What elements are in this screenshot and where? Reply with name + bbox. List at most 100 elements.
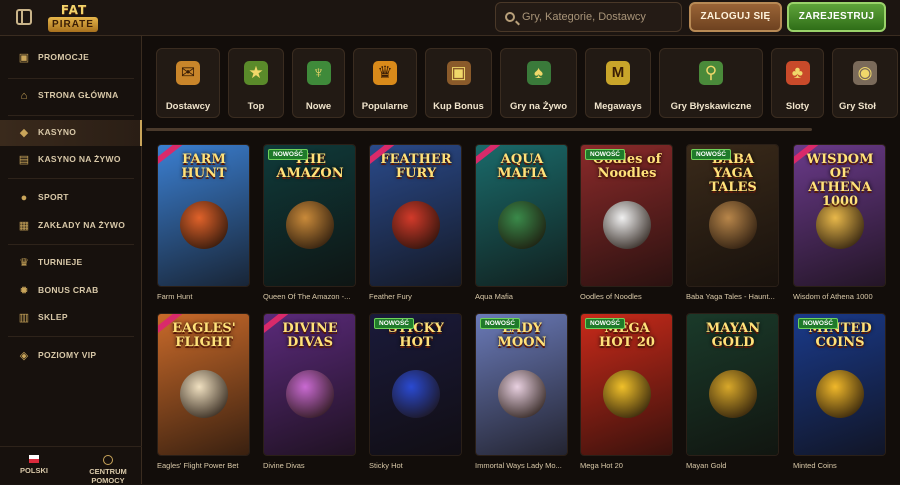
game-name[interactable]: Eagles' Flight Power Bet	[157, 461, 257, 470]
game-tile[interactable]: MEGA HOT 20 NOWOŚĆ	[580, 313, 673, 456]
chest-icon: ▣	[446, 61, 471, 85]
game-name[interactable]: Baba Yaga Tales - Haunt...	[686, 292, 786, 301]
game-grid: FARM HUNT Farm Hunt THE AMAZON NOWOŚĆ Queen …	[142, 132, 900, 484]
sidebar-item-label: KASYNO	[38, 127, 77, 137]
sidebar-item-label: KASYNO NA ŻYWO	[38, 154, 121, 164]
game-tile[interactable]: MINTED COINS NOWOŚĆ	[793, 313, 886, 456]
category-dostawcy[interactable]: ✉ Dostawcy	[156, 48, 220, 118]
game-tile[interactable]: WISDOM OF ATHENA 1000	[793, 144, 886, 287]
logo-text-bottom: PIRATE	[48, 17, 98, 32]
sidebar-item-label: ZAKŁADY NA ŻYWO	[38, 220, 126, 230]
game-name[interactable]: Farm Hunt	[157, 292, 257, 301]
game-art-emblem	[603, 370, 651, 418]
sidebar-item-label: BONUS CRAB	[38, 285, 99, 295]
vip-icon: ◈	[19, 350, 29, 362]
game-name[interactable]: Aqua Mafia	[475, 292, 575, 301]
category-popularne[interactable]: ♛ Popularne	[353, 48, 417, 118]
game-tile[interactable]: AQUA MAFIA	[475, 144, 568, 287]
game-tile[interactable]: MAYAN GOLD	[686, 313, 779, 456]
search-input[interactable]	[522, 3, 677, 31]
category-megaways[interactable]: M Megaways	[585, 48, 651, 118]
category-gry-blyskawiczne[interactable]: ⚲ Gry Błyskawiczne	[659, 48, 763, 118]
sidebar-item-label: STRONA GŁÓWNA	[38, 90, 119, 100]
game-name[interactable]: Mega Hot 20	[580, 461, 680, 470]
sport-icon: ●	[20, 192, 28, 204]
language-label: POLSKI	[20, 466, 48, 475]
game-tile[interactable]: BABA YAGA TALES NOWOŚĆ	[686, 144, 779, 287]
sidebar: ▣ PROMOCJE ⌂ STRONA GŁÓWNA ◆ KASYNO ▤ KA…	[0, 36, 142, 485]
game-name[interactable]: Immortal Ways Lady Mo...	[475, 461, 575, 470]
sidebar-item-tournaments[interactable]: ♛ TURNIEJE	[0, 250, 142, 276]
category-nowe[interactable]: ♆ Nowe	[292, 48, 345, 118]
sidebar-item-promocje[interactable]: ▣ PROMOCJE	[0, 45, 142, 71]
category-label: Popularne	[361, 101, 409, 112]
category-label: Dostawcy	[165, 101, 211, 112]
divider	[8, 244, 134, 245]
joystick-icon: ⚲	[699, 61, 723, 85]
category-gry-stolowe[interactable]: ◉ Gry Stoł	[832, 48, 898, 118]
game-name[interactable]: Feather Fury	[369, 292, 469, 301]
new-badge: NOWOŚĆ	[374, 318, 414, 329]
game-name[interactable]: Sticky Hot	[369, 461, 469, 470]
logo-text-top: FAT	[60, 3, 88, 17]
game-tile[interactable]: FARM HUNT	[157, 144, 250, 287]
category-top[interactable]: ★ Top	[228, 48, 284, 118]
sidebar-item-home[interactable]: ⌂ STRONA GŁÓWNA	[0, 83, 142, 109]
trophy-icon: ♛	[19, 257, 29, 269]
game-name[interactable]: Divine Divas	[263, 461, 363, 470]
shop-icon: ▥	[18, 312, 30, 324]
new-badge: NOWOŚĆ	[585, 149, 625, 160]
game-art-emblem	[603, 201, 651, 249]
game-tile[interactable]: EAGLES' FLIGHT	[157, 313, 250, 456]
search-box[interactable]	[495, 2, 682, 32]
sidebar-item-label: SPORT	[38, 192, 69, 202]
language-selector[interactable]: POLSKI	[14, 455, 54, 475]
game-art-emblem	[498, 370, 546, 418]
game-logo-text: DIVINE DIVAS	[282, 321, 338, 350]
game-name[interactable]: Wisdom of Athena 1000	[793, 292, 893, 301]
login-button[interactable]: ZALOGUJ SIĘ	[689, 2, 782, 32]
game-tile[interactable]: FEATHER FURY	[369, 144, 462, 287]
help-center-link[interactable]: CENTRUM POMOCY	[80, 455, 136, 485]
poland-flag-icon	[29, 455, 39, 463]
game-name[interactable]: Oodles of Noodles	[580, 292, 680, 301]
chalice-icon: ♆	[306, 61, 331, 85]
game-art-emblem	[286, 201, 334, 249]
game-tile[interactable]: THE AMAZON NOWOŚĆ	[263, 144, 356, 287]
category-scrollbar[interactable]	[146, 128, 812, 131]
game-name[interactable]: Minted Coins	[793, 461, 893, 470]
sidebar-item-live-casino[interactable]: ▤ KASYNO NA ŻYWO	[0, 147, 142, 173]
new-badge: NOWOŚĆ	[585, 318, 625, 329]
game-art-emblem	[816, 370, 864, 418]
category-sloty[interactable]: ♣ Sloty	[771, 48, 824, 118]
game-tile[interactable]: Oodles of Noodles NOWOŚĆ	[580, 144, 673, 287]
category-label: Nowe	[305, 101, 332, 112]
game-tile[interactable]: LADY MOON NOWOŚĆ	[475, 313, 568, 456]
sidebar-item-sport[interactable]: ● SPORT	[0, 185, 142, 211]
game-logo-text: FEATHER FURY	[380, 152, 452, 181]
category-kup-bonus[interactable]: ▣ Kup Bonus	[425, 48, 492, 118]
register-button[interactable]: ZAREJESTRUJ	[787, 2, 886, 32]
category-label: Sloty	[785, 101, 810, 112]
sidebar-item-bonus-crab[interactable]: ✹ BONUS CRAB	[0, 278, 142, 304]
category-gry-na-zywo[interactable]: ♠ Gry na Żywo	[500, 48, 577, 118]
game-name[interactable]: Queen Of The Amazon -...	[263, 292, 363, 301]
new-badge: NOWOŚĆ	[480, 318, 520, 329]
game-art-emblem	[709, 201, 757, 249]
game-tile[interactable]: DIVINE DIVAS	[263, 313, 356, 456]
sidebar-item-kasyno[interactable]: ◆ KASYNO	[0, 120, 142, 146]
sidebar-item-live-bets[interactable]: ▦ ZAKŁADY NA ŻYWO	[0, 213, 142, 239]
sidebar-item-vip[interactable]: ◈ POZIOMY VIP	[0, 343, 142, 369]
game-tile[interactable]: STICKY HOT NOWOŚĆ	[369, 313, 462, 456]
game-logo-text: WISDOM OF ATHENA 1000	[806, 152, 874, 209]
card-icon: ♠	[526, 61, 551, 85]
live-bets-icon: ▦	[18, 220, 30, 232]
sidebar-item-shop[interactable]: ▥ SKLEP	[0, 305, 142, 331]
sidebar-toggle-icon[interactable]	[16, 9, 32, 25]
table-icon: ◉	[853, 61, 877, 85]
game-name[interactable]: Mayan Gold	[686, 461, 786, 470]
logo[interactable]: FAT PIRATE	[48, 3, 98, 33]
new-badge: NOWOŚĆ	[798, 318, 838, 329]
sidebar-footer: POLSKI CENTRUM POMOCY	[0, 446, 142, 485]
game-art-emblem	[180, 201, 228, 249]
